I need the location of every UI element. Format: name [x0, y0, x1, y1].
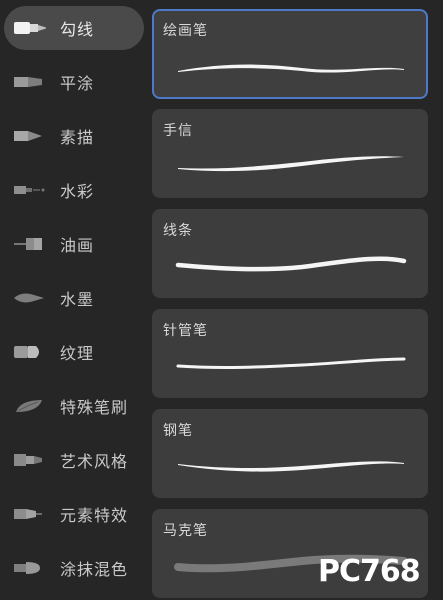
- category-label: 平涂: [60, 74, 95, 93]
- category-label: 素描: [60, 128, 95, 147]
- brush-card-lines[interactable]: 线条: [152, 209, 428, 298]
- brush-card-painting-pen[interactable]: 绘画笔: [152, 9, 428, 99]
- art-brush-icon: [12, 450, 48, 470]
- category-item-element-effects[interactable]: 元素特效: [4, 492, 144, 536]
- category-item-art-styles[interactable]: 艺术风格: [4, 438, 144, 482]
- brush-stroke-preview: [175, 256, 407, 272]
- watermark-logo: PC768: [318, 554, 421, 589]
- ink-brush-icon: [12, 288, 48, 308]
- brush-stroke-preview: [178, 156, 404, 172]
- site-watermark: PC768: [300, 552, 440, 598]
- flat-brush-icon: [12, 72, 48, 92]
- category-label: 特殊笔刷: [60, 398, 129, 417]
- category-item-line-art[interactable]: 勾线: [4, 6, 144, 50]
- category-label: 涂抹混色: [60, 560, 129, 579]
- oil-brush-icon: [12, 234, 48, 254]
- category-item-oil-painting[interactable]: 油画: [4, 222, 144, 266]
- category-label: 勾线: [60, 20, 95, 39]
- brush-card-fountain-pen[interactable]: 钢笔: [152, 409, 428, 498]
- leaf-brush-icon: [12, 396, 48, 416]
- category-item-smudge-blend[interactable]: 涂抹混色: [4, 546, 144, 590]
- category-label: 油画: [60, 236, 95, 255]
- category-item-texture[interactable]: 纹理: [4, 330, 144, 374]
- brush-pen-icon: [12, 18, 48, 38]
- brush-card-handwriting[interactable]: 手信: [152, 109, 428, 198]
- category-item-watercolor[interactable]: 水彩: [4, 168, 144, 212]
- category-label: 水彩: [60, 182, 95, 201]
- category-label: 水墨: [60, 290, 95, 309]
- watercolor-brush-icon: [12, 180, 48, 200]
- category-label: 纹理: [60, 344, 95, 363]
- category-label: 艺术风格: [60, 452, 129, 471]
- category-item-sketch[interactable]: 素描: [4, 114, 144, 158]
- brush-stroke-preview: [176, 357, 406, 370]
- pencil-icon: [12, 126, 48, 146]
- brush-card-technical-pen[interactable]: 针管笔: [152, 309, 428, 398]
- brush-list: 绘画笔 手信 线条 针管笔 钢笔 马克笔: [152, 0, 430, 600]
- brush-stroke-preview: [178, 461, 404, 472]
- category-label: 元素特效: [60, 506, 129, 525]
- brush-stroke-preview: [178, 64, 404, 73]
- effect-brush-icon: [12, 504, 48, 524]
- brush-category-sidebar: 勾线 平涂 素描 水彩 油画 水墨 纹理 特殊笔刷 艺术风格 元素特效 涂抹混色: [0, 0, 148, 600]
- category-item-special-brushes[interactable]: 特殊笔刷: [4, 384, 144, 428]
- brush-picker-panel: 勾线 平涂 素描 水彩 油画 水墨 纹理 特殊笔刷 艺术风格 元素特效 涂抹混色…: [0, 0, 443, 600]
- texture-brush-icon: [12, 342, 48, 362]
- smudge-brush-icon: [12, 558, 48, 578]
- category-item-flat-fill[interactable]: 平涂: [4, 60, 144, 104]
- category-item-ink-wash[interactable]: 水墨: [4, 276, 144, 320]
